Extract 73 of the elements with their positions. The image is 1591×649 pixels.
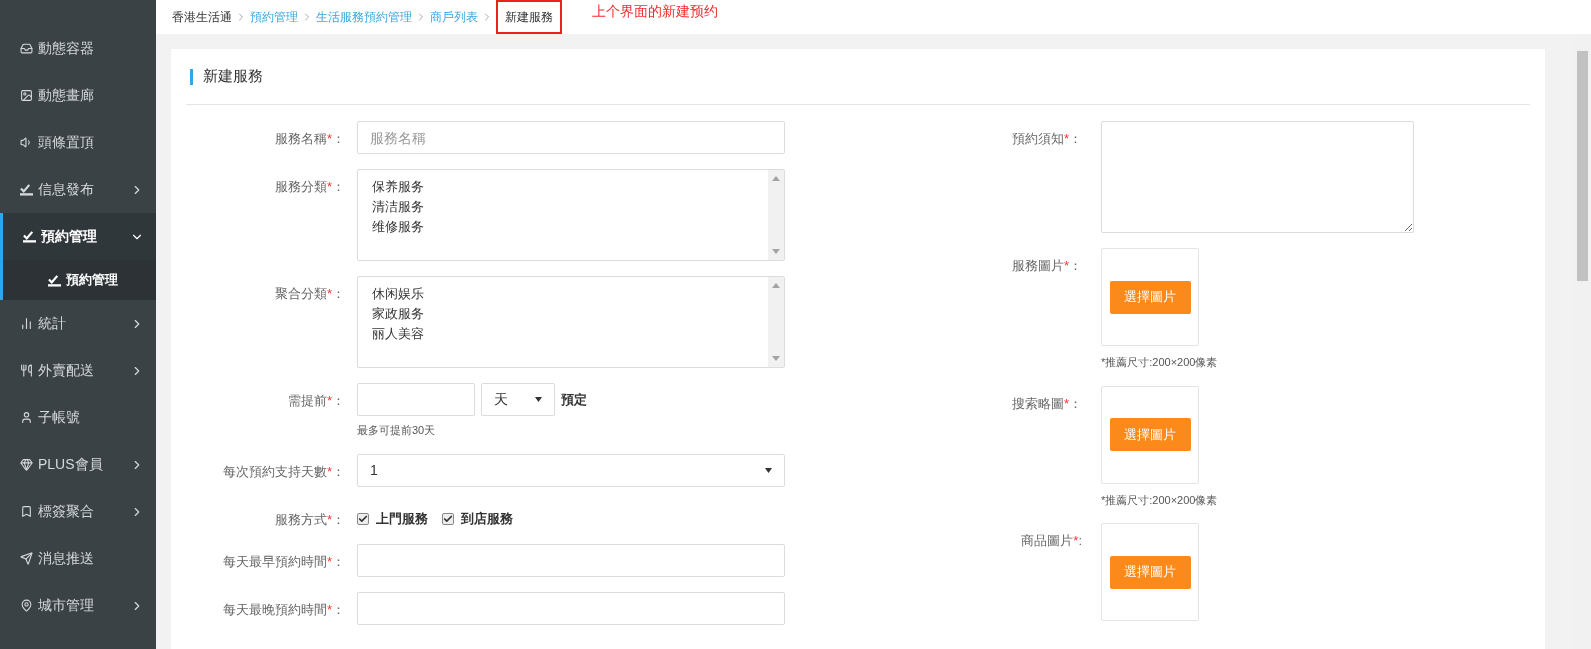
- text-area[interactable]: [1101, 121, 1414, 233]
- image-icon: [20, 89, 33, 102]
- inbox-icon: [20, 42, 33, 55]
- sidebar-item[interactable]: 標簽聚合: [0, 488, 156, 535]
- annotation-text: 上个界面的新建预约: [592, 1, 718, 21]
- breadcrumb-current: 新建服務: [496, 0, 562, 34]
- text-field[interactable]: [357, 592, 785, 625]
- dropdown-icon: [535, 397, 542, 402]
- sidebar-item[interactable]: 統計: [0, 300, 156, 347]
- pin-icon: [20, 599, 33, 612]
- card-title: 新建服務: [203, 66, 263, 87]
- field-label: 服務圖片*：: [1010, 257, 1082, 275]
- unit-select[interactable]: 天: [481, 383, 555, 416]
- field-label: 每天最早預約時間*：: [221, 553, 345, 571]
- text-field[interactable]: [357, 544, 785, 577]
- sidebar-item[interactable]: 消息推送: [0, 535, 156, 582]
- scroll-down-icon: [772, 356, 780, 361]
- field-label: 每次預約支持天數*：: [221, 462, 345, 481]
- check-icon: [23, 230, 36, 243]
- sidebar-item[interactable]: 外賣配送: [0, 347, 156, 394]
- breadcrumb-home[interactable]: 香港生活通: [172, 8, 232, 26]
- field-label: 需提前*：: [286, 392, 345, 410]
- check-icon: [20, 183, 33, 196]
- sidebar-item[interactable]: 信息發布: [0, 166, 156, 213]
- select-field[interactable]: 1: [357, 453, 785, 487]
- field-label: 服務分類*：: [273, 178, 345, 196]
- check-icon: [48, 273, 61, 287]
- text-field[interactable]: 服務名稱: [357, 121, 785, 154]
- number-field[interactable]: [357, 383, 475, 416]
- sidebar-item[interactable]: 城市管理: [0, 582, 156, 629]
- field-label: 商品圖片*:: [1020, 532, 1082, 550]
- title-accent-bar: [190, 68, 193, 85]
- field-label: 服務名稱*：: [273, 130, 345, 148]
- checkbox[interactable]: [442, 512, 454, 525]
- utensils-icon: [20, 364, 33, 377]
- sidebar-item[interactable]: 動態容器: [0, 25, 156, 72]
- speaker-icon: [20, 136, 33, 149]
- scroll-up-icon: [772, 283, 780, 288]
- field-label: 每天最晚預約時間*：: [221, 601, 345, 619]
- list-option[interactable]: 休闲娱乐: [372, 284, 768, 304]
- list-box[interactable]: 休闲娱乐 家政服务 丽人美容: [357, 276, 785, 368]
- sidebar-item[interactable]: 動態畫廊: [0, 72, 156, 119]
- list-option[interactable]: 维修服务: [372, 217, 768, 237]
- field-label: 搜索略圖*：: [1010, 394, 1082, 413]
- list-option[interactable]: 保养服务: [372, 177, 768, 197]
- scrollbar-thumb[interactable]: [1577, 51, 1588, 281]
- dropdown-icon: [765, 467, 772, 473]
- field-label: 預約須知*：: [1010, 130, 1082, 148]
- list-option[interactable]: 清洁服务: [372, 197, 768, 217]
- list-option[interactable]: 丽人美容: [372, 324, 768, 344]
- hint-text: 最多可提前30天: [357, 423, 437, 438]
- field-label: 服務方式*：: [273, 510, 345, 529]
- checkbox-label: 到店服務: [461, 510, 513, 528]
- sidebar-subitem[interactable]: 預約管理: [0, 260, 156, 300]
- suffix-text: 預定: [561, 390, 587, 409]
- hint-text: *推薦尺寸:200×200像素: [1101, 492, 1218, 508]
- bar-chart-icon: [20, 317, 33, 330]
- gem-icon: [20, 458, 33, 471]
- sidebar-item[interactable]: 子帳號: [0, 394, 156, 441]
- sidebar-item[interactable]: 預約管理: [0, 213, 156, 260]
- checkbox-label: 上門服務: [376, 510, 428, 528]
- list-option[interactable]: 家政服务: [372, 304, 768, 324]
- list-box[interactable]: 保养服务 清洁服务 维修服务: [357, 169, 785, 261]
- send-icon: [20, 552, 33, 565]
- field-label: 聚合分類*：: [273, 285, 345, 303]
- bookmark-icon: [20, 505, 33, 518]
- checkbox[interactable]: [357, 512, 369, 525]
- scroll-down-icon: [772, 249, 780, 254]
- user-icon: [20, 411, 33, 424]
- scroll-up-icon: [772, 176, 780, 181]
- hint-text: *推薦尺寸:200×200像素: [1101, 355, 1218, 370]
- sidebar-item[interactable]: 頭條置頂: [0, 119, 156, 166]
- sidebar-item[interactable]: PLUS會員: [0, 441, 156, 488]
